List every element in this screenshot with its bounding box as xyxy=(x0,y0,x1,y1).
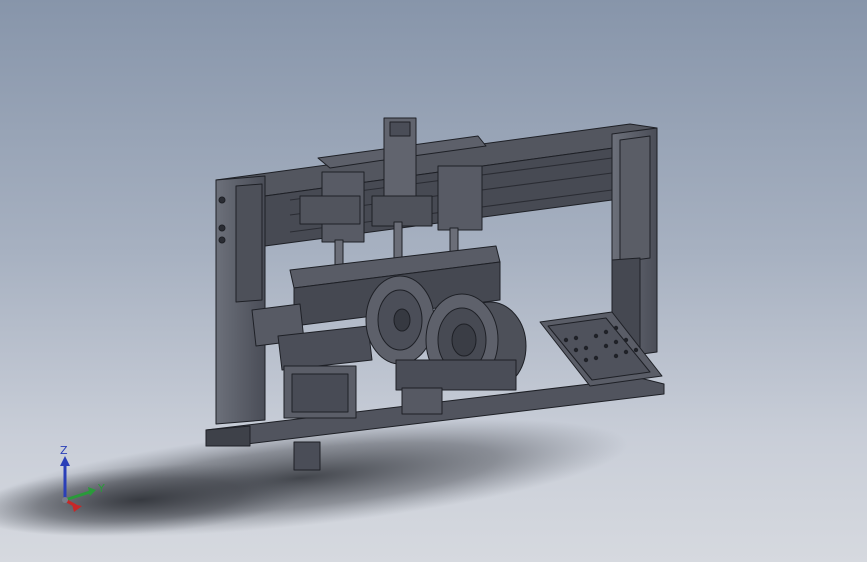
view-triad[interactable]: Z Y xyxy=(50,440,120,520)
grinding-wheel xyxy=(365,275,435,365)
machine-model[interactable] xyxy=(0,0,867,562)
z-axis-label: Z xyxy=(60,444,68,457)
y-axis-arrow xyxy=(64,490,91,502)
bearing-right xyxy=(437,165,483,231)
y-axis-label: Y xyxy=(98,482,105,495)
cad-viewport[interactable]: Z Y xyxy=(0,0,867,562)
